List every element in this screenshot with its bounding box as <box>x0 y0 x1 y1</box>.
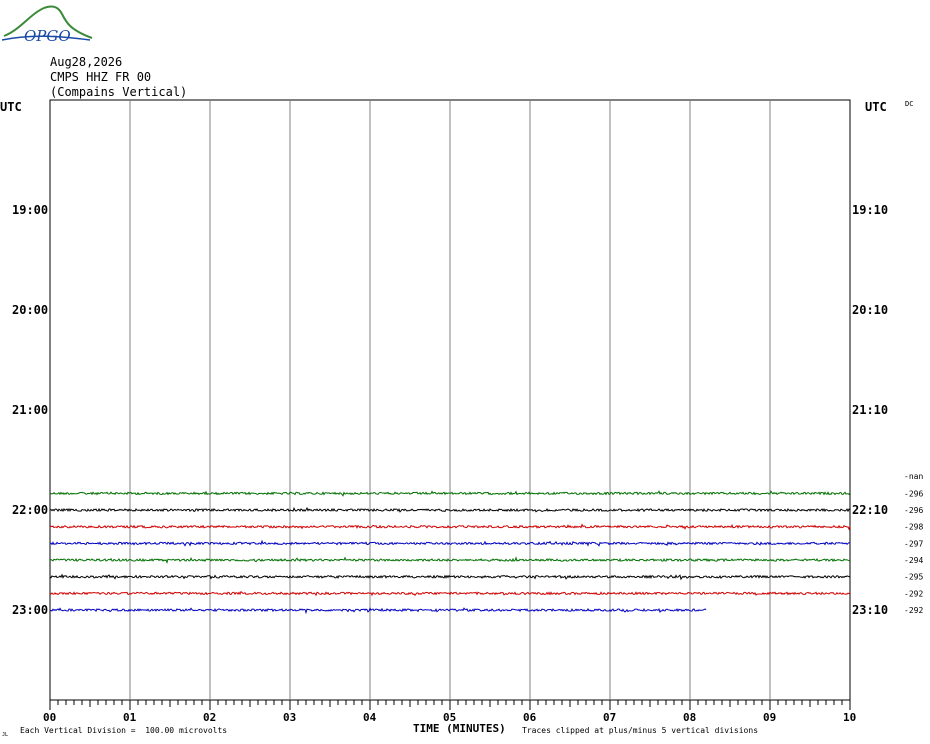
seismic-trace <box>49 607 707 615</box>
trace-offset-label: -295 <box>904 573 923 582</box>
helicorder-chart: UTC UTC DC -nan JL Each Vertical Divisio… <box>0 99 923 738</box>
trace-offset-label: -297 <box>904 539 923 548</box>
x-tick-label: 08 <box>683 711 696 724</box>
trace-offset-label: -292 <box>904 606 923 615</box>
x-tick-label: 09 <box>763 711 776 724</box>
x-axis-title: TIME (MINUTES) <box>413 722 506 735</box>
x-tick-label: 01 <box>123 711 137 724</box>
left-hour-label: 21:00 <box>12 403 48 417</box>
left-hour-label: 22:00 <box>12 503 48 517</box>
right-hour-label: 20:10 <box>852 303 888 317</box>
trace-offset-label: -294 <box>904 556 923 565</box>
right-hour-label: 22:10 <box>852 503 888 517</box>
x-tick-label: 02 <box>203 711 216 724</box>
left-hour-label: 23:00 <box>12 603 48 617</box>
utc-label-right: UTC <box>865 100 887 114</box>
x-tick-label: 06 <box>523 711 537 724</box>
scale-note: Each Vertical Division = 100.00 microvol… <box>20 726 227 735</box>
left-hour-label: 20:00 <box>12 303 48 317</box>
trace-offset-label: -296 <box>904 489 923 498</box>
clip-note: Traces clipped at plus/minus 5 vertical … <box>522 726 758 735</box>
right-hour-label: 19:10 <box>852 203 888 217</box>
x-tick-label: 10 <box>843 711 856 724</box>
chart-grid <box>49 99 851 710</box>
x-tick-label: 07 <box>603 711 616 724</box>
trace-offset-label: -292 <box>904 589 923 598</box>
trace-offset-label: -296 <box>904 506 923 515</box>
x-tick-label: 03 <box>283 711 296 724</box>
footer-tiny-mark: JL <box>2 732 8 738</box>
dc-label: DC <box>905 100 913 108</box>
left-hour-label: 19:00 <box>12 203 48 217</box>
dc-header-value: -nan <box>904 472 923 481</box>
x-tick-label: 05 <box>443 711 456 724</box>
trace-offset-label: -298 <box>904 523 923 532</box>
x-tick-label: 04 <box>363 711 377 724</box>
chart-labels: UTC UTC DC -nan JL Each Vertical Divisio… <box>0 100 923 738</box>
right-hour-label: 21:10 <box>852 403 888 417</box>
x-tick-label: 00 <box>43 711 56 724</box>
utc-label-left: UTC <box>0 100 22 114</box>
right-hour-label: 23:10 <box>852 603 888 617</box>
